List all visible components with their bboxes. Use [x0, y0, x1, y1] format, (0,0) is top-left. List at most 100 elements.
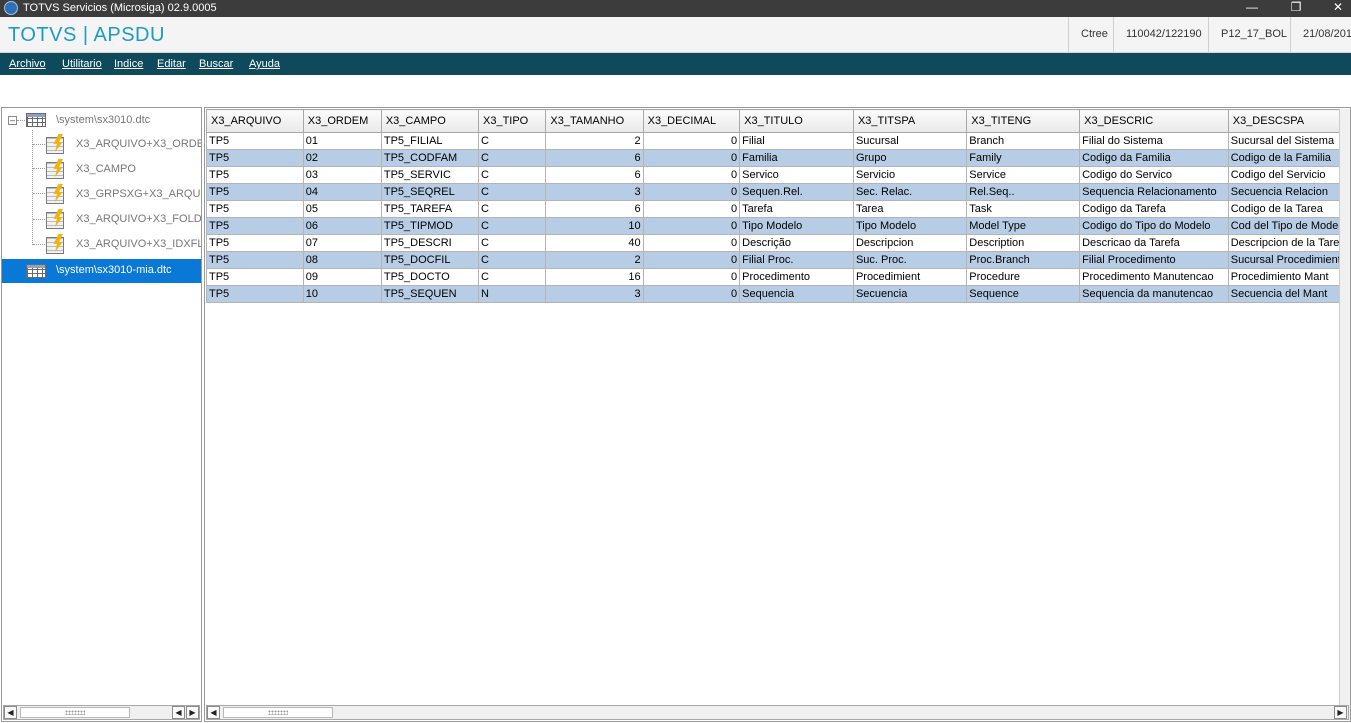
table-cell[interactable]: Tipo Modelo — [739, 217, 854, 235]
column-header-x3-titspa[interactable]: X3_TITSPA — [852, 109, 968, 133]
tree-node-index-4[interactable]: X3_ARQUIVO+X3_FOLDER — [2, 208, 201, 232]
table-cell[interactable]: Sequence — [966, 285, 1081, 303]
table-cell[interactable]: Procedimento — [739, 268, 854, 286]
table-cell[interactable]: TP5 — [206, 285, 304, 303]
table-cell[interactable]: Tarea — [852, 200, 968, 218]
table-cell[interactable]: TP5_FILIAL — [380, 132, 480, 150]
table-cell[interactable]: Sequen.Rel. — [739, 183, 854, 201]
menu-buscar[interactable]: Buscar — [199, 58, 233, 70]
table-cell[interactable]: Codigo del Servicio — [1227, 166, 1350, 184]
table-cell[interactable]: 2 — [545, 251, 644, 269]
table-cell[interactable]: Filial Procedimento — [1079, 251, 1229, 269]
table-cell[interactable]: Servicio — [852, 166, 968, 184]
table-row[interactable]: TP5 09 TP5_DOCTO C 16 0 Procedimento Procedimie… — [206, 268, 1350, 286]
table-row[interactable]: TP5 01 TP5_FILIAL C 2 0 Filial Sucursal Branch Fi… — [206, 132, 1350, 150]
tree-node-index-5[interactable]: X3_ARQUIVO+X3_IDXFLD — [2, 233, 201, 257]
tree-node-index-2[interactable]: X3_CAMPO — [2, 158, 201, 182]
table-row[interactable]: TP5 05 TP5_TAREFA C 6 0 Tarefa Tarea Task Codigo … — [206, 200, 1350, 218]
table-cell[interactable]: 0 — [642, 166, 741, 184]
table-cell[interactable]: C — [477, 132, 547, 150]
scroll-right-icon[interactable]: ▶ — [186, 706, 199, 719]
table-cell[interactable]: TP5 — [206, 234, 304, 252]
table-cell[interactable]: 0 — [642, 234, 741, 252]
table-cell[interactable]: 2 — [545, 132, 644, 150]
table-cell[interactable]: Proc.Branch — [966, 251, 1081, 269]
table-cell[interactable]: 01 — [302, 132, 382, 150]
table-row[interactable]: TP5 03 TP5_SERVIC C 6 0 Servico Servicio Service… — [206, 166, 1350, 184]
table-cell[interactable]: Filial — [739, 132, 854, 150]
grid-horizontal-scrollbar[interactable]: ◀ ▶ — [206, 705, 1349, 720]
table-cell[interactable]: Procedure — [966, 268, 1081, 286]
table-cell[interactable]: 0 — [642, 132, 741, 150]
scrollbar-thumb[interactable] — [20, 707, 130, 718]
table-row[interactable]: TP5 06 TP5_TIPMOD C 10 0 Tipo Modelo Tipo Model… — [206, 217, 1350, 235]
table-cell[interactable]: TP5_SEQREL — [380, 183, 480, 201]
table-cell[interactable]: Procedimento Manutencao — [1079, 268, 1229, 286]
table-cell[interactable]: Cod del Tipo de Modelo — [1227, 217, 1350, 235]
table-cell[interactable]: 09 — [302, 268, 382, 286]
table-cell[interactable]: TP5 — [206, 149, 304, 167]
table-cell[interactable]: Sucursal Procedimiento — [1227, 251, 1350, 269]
table-cell[interactable]: C — [477, 268, 547, 286]
column-header-x3-campo[interactable]: X3_CAMPO — [380, 109, 480, 133]
scroll-left-icon[interactable]: ◀ — [207, 706, 220, 719]
table-cell[interactable]: 10 — [302, 285, 382, 303]
table-cell[interactable]: Grupo — [852, 149, 968, 167]
table-row[interactable]: TP5 10 TP5_SEQUEN N 3 0 Sequencia Secuencia Sequ… — [206, 285, 1350, 303]
table-cell[interactable]: 0 — [642, 149, 741, 167]
menu-indice[interactable]: Indice — [114, 58, 143, 70]
table-cell[interactable]: TP5_SERVIC — [380, 166, 480, 184]
minimize-button[interactable]: — — [1232, 0, 1272, 17]
scroll-left-icon[interactable]: ◀ — [4, 706, 17, 719]
table-cell[interactable]: 04 — [302, 183, 382, 201]
table-cell[interactable]: TP5 — [206, 217, 304, 235]
table-cell[interactable]: Family — [966, 149, 1081, 167]
table-cell[interactable]: Descrição — [739, 234, 854, 252]
table-cell[interactable]: Codigo do Servico — [1079, 166, 1229, 184]
table-cell[interactable]: 07 — [302, 234, 382, 252]
table-cell[interactable]: Descripcion de la Tarea — [1227, 234, 1350, 252]
table-cell[interactable]: TP5 — [206, 268, 304, 286]
table-cell[interactable]: 08 — [302, 251, 382, 269]
table-cell[interactable]: TP5_DOCFIL — [380, 251, 480, 269]
table-cell[interactable]: 0 — [642, 285, 741, 303]
table-cell[interactable]: Sucursal — [852, 132, 968, 150]
table-cell[interactable]: Sequencia da manutencao — [1079, 285, 1229, 303]
table-cell[interactable]: Codigo de la Tarea — [1227, 200, 1350, 218]
table-cell[interactable]: 6 — [545, 200, 644, 218]
table-cell[interactable]: TP5 — [206, 200, 304, 218]
scroll-left-icon[interactable]: ◀ — [172, 706, 185, 719]
table-row[interactable]: TP5 02 TP5_CODFAM C 6 0 Familia Grupo Family Codi… — [206, 149, 1350, 167]
table-cell[interactable]: TP5_SEQUEN — [380, 285, 480, 303]
column-header-x3-titulo[interactable]: X3_TITULO — [739, 109, 854, 133]
column-header-x3-ordem[interactable]: X3_ORDEM — [302, 109, 382, 133]
column-header-x3-arquivo[interactable]: X3_ARQUIVO — [206, 109, 304, 133]
table-cell[interactable]: TP5 — [206, 183, 304, 201]
table-cell[interactable]: Service — [966, 166, 1081, 184]
table-cell[interactable]: TP5 — [206, 166, 304, 184]
table-cell[interactable]: Procedimiento Mant — [1227, 268, 1350, 286]
table-cell[interactable]: Suc. Proc. — [852, 251, 968, 269]
tree-node-index-3[interactable]: X3_GRPSXG+X3_ARQUIVO — [2, 183, 201, 207]
table-cell[interactable]: Sequencia Relacionamento — [1079, 183, 1229, 201]
scroll-right-icon[interactable]: ▶ — [1334, 706, 1347, 719]
table-cell[interactable]: Task — [966, 200, 1081, 218]
table-cell[interactable]: C — [477, 200, 547, 218]
scrollbar-thumb[interactable] — [223, 707, 333, 718]
table-cell[interactable]: Codigo de la Familia — [1227, 149, 1350, 167]
table-cell[interactable]: Branch — [966, 132, 1081, 150]
table-cell[interactable]: 3 — [545, 285, 644, 303]
table-cell[interactable]: Descripcion — [852, 234, 968, 252]
column-header-x3-descspa[interactable]: X3_DESCSPA — [1227, 109, 1350, 133]
close-button[interactable]: ✕ — [1318, 0, 1351, 17]
column-header-x3-descric[interactable]: X3_DESCRIC — [1079, 109, 1229, 133]
table-cell[interactable]: 3 — [545, 183, 644, 201]
table-cell[interactable]: 10 — [545, 217, 644, 235]
table-cell[interactable]: TP5_TAREFA — [380, 200, 480, 218]
table-row[interactable]: TP5 07 TP5_DESCRI C 40 0 Descrição Descripcion D… — [206, 234, 1350, 252]
table-cell[interactable]: 0 — [642, 251, 741, 269]
table-cell[interactable]: 0 — [642, 183, 741, 201]
table-cell[interactable]: 0 — [642, 200, 741, 218]
table-cell[interactable]: Codigo da Familia — [1079, 149, 1229, 167]
table-cell[interactable]: Sucursal del Sistema — [1227, 132, 1350, 150]
